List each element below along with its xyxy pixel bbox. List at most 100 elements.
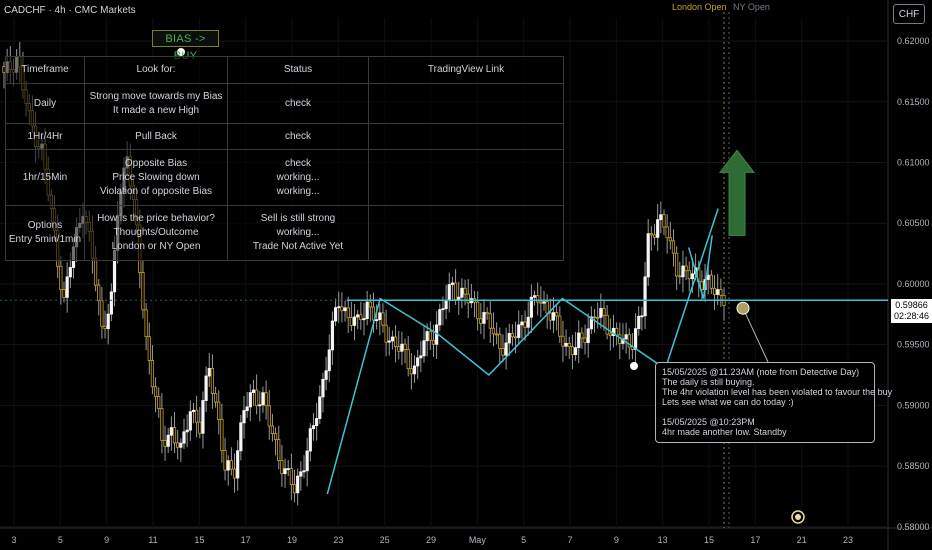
candle-body xyxy=(157,396,161,409)
candle-body xyxy=(457,296,461,300)
link-cell[interactable] xyxy=(368,149,564,206)
candle-body xyxy=(523,321,527,328)
candle-body xyxy=(416,357,420,367)
candle-body xyxy=(296,475,300,494)
table-row: Options Entry 5min/1min How is the price … xyxy=(5,205,564,261)
candle-body xyxy=(191,409,196,413)
y-tick-label: 0.61000 xyxy=(897,158,930,168)
status-cell: check xyxy=(227,83,369,124)
x-tick-label: 7 xyxy=(567,535,572,545)
candle-body xyxy=(539,301,543,304)
candle-body xyxy=(671,240,676,254)
candle-body xyxy=(144,309,148,338)
candle-body xyxy=(220,419,224,452)
last-price-tag: 0.59866 02:28:46 xyxy=(891,299,932,323)
candle-body xyxy=(150,360,155,388)
candle-body xyxy=(349,317,353,326)
candle-body xyxy=(463,287,467,295)
header-timeframe: Timeframe xyxy=(5,56,85,84)
cell-text: It made a new High xyxy=(112,104,200,116)
candle-body xyxy=(643,276,647,317)
candle-body xyxy=(586,328,590,344)
x-axis: 3 5 9 11 15 17 19 23 25 29 May 5 7 9 13 15 17 21 23 xyxy=(11,535,853,545)
candle-body xyxy=(258,404,262,407)
candle-body xyxy=(315,418,319,427)
candle-body xyxy=(204,375,208,401)
candle-body xyxy=(690,273,695,280)
timeframe-cell: 1hr/15Min xyxy=(5,149,85,206)
last-price-value: 0.59866 xyxy=(895,300,928,310)
x-tick-label: 3 xyxy=(11,535,16,545)
candle-body xyxy=(605,314,609,335)
candle-body xyxy=(649,233,653,236)
candle-body xyxy=(299,471,303,477)
candle-body xyxy=(270,425,275,435)
cell-text: working... xyxy=(276,171,320,183)
note-line xyxy=(662,407,868,417)
timeframe-cell: 1Hr/4Hr xyxy=(5,123,85,150)
bias-label: BIAS -> BUY xyxy=(152,30,219,62)
analysis-note-callout[interactable]: 15/05/2025 @11.23AM (note from Detective… xyxy=(655,362,892,443)
candle-body xyxy=(466,293,470,304)
cell-text: Daily xyxy=(33,97,57,109)
candle-body xyxy=(412,365,417,375)
cell-text: working... xyxy=(276,185,320,197)
candle-body xyxy=(68,267,72,278)
candle-body xyxy=(93,257,98,286)
candle-body xyxy=(333,307,338,322)
candle-body xyxy=(719,289,723,296)
candle-body xyxy=(444,300,448,310)
candle-body xyxy=(479,318,483,324)
candle-body xyxy=(488,313,492,329)
candle-body xyxy=(646,233,650,278)
candle-body xyxy=(283,468,287,475)
link-cell[interactable] xyxy=(368,205,564,261)
table-row: Daily Strong move towards my Bias It made… xyxy=(5,83,564,124)
candle-body xyxy=(352,316,357,326)
candle-body xyxy=(318,396,322,419)
candle-body xyxy=(665,226,669,239)
x-tick-label: 25 xyxy=(380,535,390,545)
cell-text: check xyxy=(284,130,312,142)
candle-body xyxy=(251,389,256,393)
cell-text: Options xyxy=(27,220,63,231)
candle-body xyxy=(242,410,246,424)
candle-body xyxy=(59,265,63,290)
link-cell[interactable] xyxy=(368,83,564,124)
currency-button[interactable]: CHF xyxy=(893,4,925,24)
candle-body xyxy=(438,309,442,326)
candle-body xyxy=(681,265,685,278)
candle-body xyxy=(397,346,401,352)
note-line: 4hr made another low. Standby xyxy=(662,427,787,437)
candle-body xyxy=(403,343,407,350)
candle-body xyxy=(229,460,233,470)
candle-body xyxy=(517,324,521,338)
cell-text: London or NY Open xyxy=(111,241,201,252)
cell-text: Pull Back xyxy=(135,130,177,142)
link-cell[interactable] xyxy=(368,123,564,150)
trade-plan-table: Timeframe Look for: Status TradingView L… xyxy=(5,56,564,261)
candle-body xyxy=(428,331,432,341)
candle-body xyxy=(709,274,713,289)
candle-body xyxy=(362,318,366,321)
low-marker-icon xyxy=(630,362,638,370)
cell-text: Thoughts/Outcome xyxy=(113,227,199,238)
candle-body xyxy=(450,282,455,285)
cell-text: 1hr/15Min xyxy=(22,171,68,183)
candle-body xyxy=(393,336,398,347)
candle-body xyxy=(267,405,271,427)
cell-text: Strong move towards my Bias xyxy=(89,90,223,102)
candle-body xyxy=(264,392,268,407)
candle-body xyxy=(387,340,391,343)
candle-body xyxy=(286,468,290,470)
candle-body xyxy=(687,270,691,280)
candle-body xyxy=(624,334,628,340)
candle-body xyxy=(160,408,164,441)
candle-body xyxy=(321,378,325,398)
cell-text: working... xyxy=(276,227,320,238)
candle-body xyxy=(169,427,173,436)
candle-body xyxy=(185,429,189,433)
candle-body xyxy=(375,319,379,322)
candle-body xyxy=(280,460,284,475)
x-tick-label: 15 xyxy=(704,535,714,545)
